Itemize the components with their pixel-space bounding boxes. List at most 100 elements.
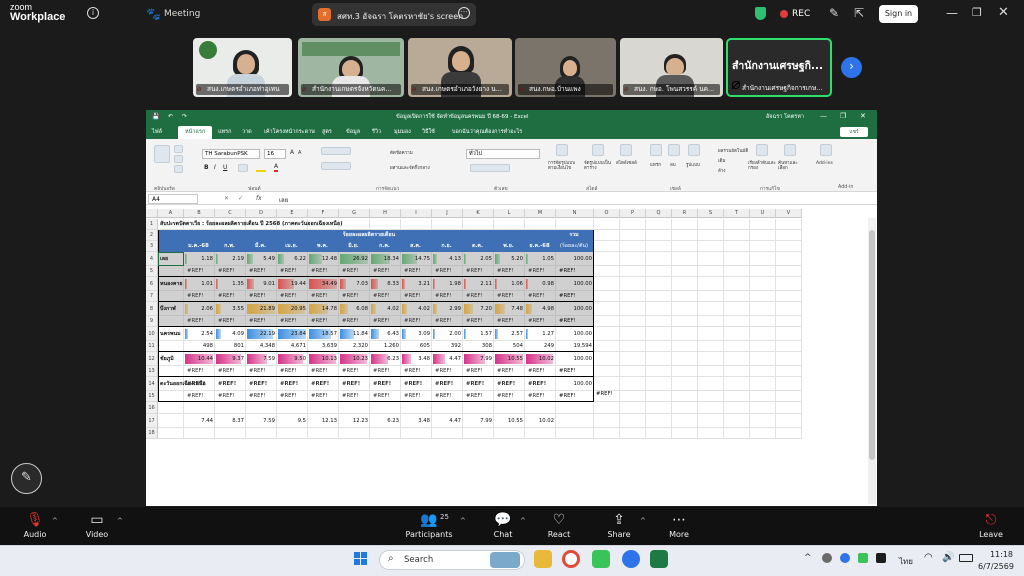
row-header[interactable]: 1 <box>146 219 158 230</box>
participant-tile[interactable]: ⌀ สนง. กษอ. โพนสวรรค์ นค... <box>620 38 723 97</box>
annotate-pencil-button[interactable]: ✎ <box>11 463 42 494</box>
data-cell[interactable]: #REF! <box>463 377 494 391</box>
undo-icon[interactable]: ↶ <box>168 113 173 120</box>
column-header[interactable]: O <box>594 209 620 218</box>
format-as-table-icon[interactable] <box>592 144 604 156</box>
underline-icon[interactable]: U <box>223 164 227 171</box>
row-header[interactable]: 7 <box>146 291 158 302</box>
data-cell[interactable]: 14.78 <box>308 302 339 316</box>
row-header[interactable]: 17 <box>146 414 158 428</box>
conditional-format-label[interactable]: การจัดรูปแบบตามเงื่อนไข <box>548 161 578 171</box>
data-cell[interactable]: 19.44 <box>277 277 308 291</box>
align-top-icons[interactable] <box>321 147 351 155</box>
wrap-text-button[interactable]: ตัดข้อความ <box>390 149 413 156</box>
row-header[interactable]: 5 <box>146 266 158 277</box>
data-cell[interactable]: 2.06 <box>184 302 215 316</box>
data-cell[interactable]: 3.48 <box>401 352 432 366</box>
data-cell[interactable]: 8.33 <box>370 277 401 291</box>
column-header[interactable]: S <box>698 209 724 218</box>
data-cell[interactable]: 10.44 <box>184 352 215 366</box>
participants-options-chevron-icon[interactable]: ^ <box>460 517 466 525</box>
scrollbar-thumb[interactable] <box>869 230 875 460</box>
font-size-select[interactable]: 16 <box>264 149 286 159</box>
summary-cell[interactable]: 3.48 <box>401 414 432 428</box>
row-header[interactable]: 13 <box>146 366 158 377</box>
data-cell[interactable]: 4.98 <box>525 302 556 316</box>
chat-button[interactable]: 💬 Chat <box>488 507 518 545</box>
clock-time[interactable]: 11:18 <box>985 550 1013 559</box>
find-select-label[interactable]: ค้นหาและเลือก <box>778 161 804 171</box>
participant-tile[interactable]: ⌀ สนง.เกษตรอำเภอวังยาง น... <box>408 38 512 97</box>
delete-cells-label[interactable]: ลบ <box>670 161 676 168</box>
column-header[interactable]: G <box>339 209 370 218</box>
column-header[interactable]: A <box>158 209 184 218</box>
data-cell[interactable]: 7.48 <box>494 302 525 316</box>
autosum-button[interactable]: ผลรวมอัตโนมัติ <box>718 147 748 154</box>
tell-me-search[interactable]: บอกฉันว่าคุณต้องการทำอะไร <box>452 128 522 136</box>
column-header[interactable]: B <box>184 209 215 218</box>
column-header[interactable]: U <box>750 209 776 218</box>
total-cell[interactable]: 100.00 <box>556 327 594 341</box>
summary-cell[interactable]: 12.23 <box>339 414 370 428</box>
insert-cells-icon[interactable] <box>650 144 662 156</box>
data-cell[interactable]: 2.05 <box>463 252 494 266</box>
data-cell[interactable]: 22.19 <box>246 327 277 341</box>
tray-zoom-icon[interactable] <box>840 553 850 563</box>
battery-icon[interactable] <box>959 554 973 562</box>
format-as-table-label[interactable]: จัดรูปแบบเป็นตาราง <box>584 161 614 171</box>
data-cell[interactable]: 1.06 <box>494 277 525 291</box>
summary-cell[interactable]: 12.13 <box>308 414 339 428</box>
summary-cell[interactable]: 6.23 <box>370 414 401 428</box>
react-button[interactable]: ♡ React <box>544 507 574 545</box>
row-header[interactable]: 4 <box>146 252 158 266</box>
data-cell[interactable]: #REF! <box>184 377 215 391</box>
close-icon[interactable]: ✕ <box>998 5 1009 20</box>
format-cells-icon[interactable] <box>688 144 700 156</box>
data-cell[interactable]: #REF! <box>277 377 308 391</box>
paw-icon[interactable]: 🐾 <box>146 7 161 21</box>
data-cell[interactable]: 20.95 <box>277 302 308 316</box>
participant-tile[interactable]: ⌀ สนง.กษอ.บ้านแพง <box>515 38 616 97</box>
column-header[interactable]: T <box>724 209 750 218</box>
data-cell[interactable]: 23.84 <box>277 327 308 341</box>
align-left-icons[interactable] <box>321 162 351 170</box>
name-box[interactable]: A4 <box>148 194 198 204</box>
fill-color-icon[interactable] <box>256 163 266 172</box>
tab-home[interactable]: หน้าแรก <box>178 126 213 139</box>
tab-file[interactable]: ไฟล์ <box>152 128 162 136</box>
column-header[interactable]: F <box>308 209 339 218</box>
cell-styles-icon[interactable] <box>620 144 632 156</box>
row-header[interactable]: 12 <box>146 352 158 366</box>
excel-app-icon[interactable] <box>650 550 668 568</box>
font-name-select[interactable]: TH SarabunPSK <box>202 149 260 159</box>
data-cell[interactable]: 9.37 <box>215 352 246 366</box>
data-cell[interactable]: 7.99 <box>463 352 494 366</box>
cut-icon[interactable] <box>174 145 183 153</box>
clock-date[interactable]: 6/7/2569 <box>978 562 1014 571</box>
data-cell[interactable]: 6.22 <box>277 252 308 266</box>
summary-cell[interactable]: 4.47 <box>432 414 463 428</box>
data-cell[interactable]: 5.49 <box>246 252 277 266</box>
data-cell[interactable]: 6.08 <box>339 302 370 316</box>
column-header[interactable]: V <box>776 209 802 218</box>
tab-view[interactable]: มุมมอง <box>394 128 411 136</box>
data-cell[interactable]: 1.98 <box>432 277 463 291</box>
data-cell[interactable]: 9.50 <box>277 352 308 366</box>
windows-start-icon[interactable] <box>354 552 368 566</box>
data-cell[interactable]: 2.00 <box>432 327 463 341</box>
data-cell[interactable]: 4.47 <box>432 352 463 366</box>
column-header[interactable]: J <box>432 209 463 218</box>
data-cell[interactable]: 11.84 <box>339 327 370 341</box>
font-color-icon[interactable]: A <box>274 163 279 172</box>
data-cell[interactable]: 26.92 <box>339 252 370 266</box>
leave-button[interactable]: ⎋ Leave <box>974 507 1008 545</box>
summary-cell[interactable]: 9.5 <box>277 414 308 428</box>
data-cell[interactable]: 2.11 <box>463 277 494 291</box>
data-cell[interactable]: 18.57 <box>308 327 339 341</box>
minimize-icon[interactable]: — <box>946 6 958 20</box>
row-header[interactable]: 15 <box>146 391 158 402</box>
data-cell[interactable]: 10.23 <box>339 352 370 366</box>
restore-icon[interactable]: ❐ <box>972 6 982 19</box>
excel-restore-icon[interactable]: ❐ <box>840 112 846 120</box>
sort-filter-icon[interactable] <box>756 144 768 156</box>
